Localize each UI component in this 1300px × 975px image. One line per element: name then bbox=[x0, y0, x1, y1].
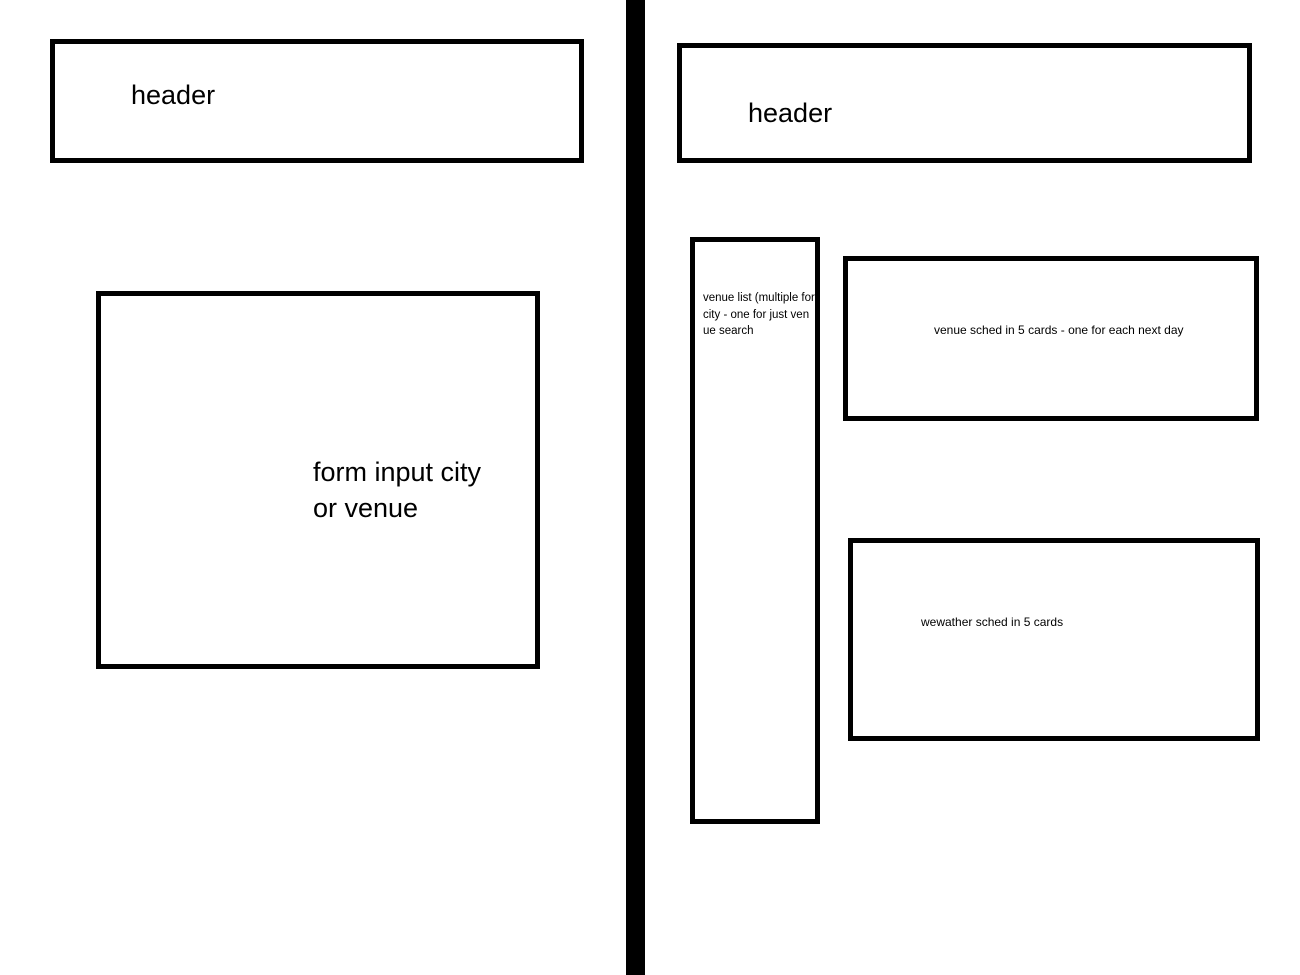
weather-schedule-label: wewather sched in 5 cards bbox=[921, 615, 1064, 629]
venue-list-box: venue list (multiple for city - one for … bbox=[690, 237, 820, 824]
form-input-label: form input city or venue bbox=[313, 457, 482, 523]
venue-list-label: venue list (multiple for city - one for … bbox=[703, 292, 815, 337]
form-input-box: form input city or venue bbox=[96, 291, 540, 669]
left-header-box: header bbox=[50, 39, 584, 163]
weather-schedule-box: wewather sched in 5 cards bbox=[848, 538, 1260, 741]
right-header-box: header bbox=[677, 43, 1252, 163]
view-divider bbox=[626, 0, 645, 975]
venue-schedule-box: venue sched in 5 cards - one for each ne… bbox=[843, 256, 1259, 421]
venue-schedule-label: venue sched in 5 cards - one for each ne… bbox=[934, 323, 1184, 337]
right-header-label: header bbox=[748, 98, 833, 128]
left-header-label: header bbox=[131, 80, 216, 110]
